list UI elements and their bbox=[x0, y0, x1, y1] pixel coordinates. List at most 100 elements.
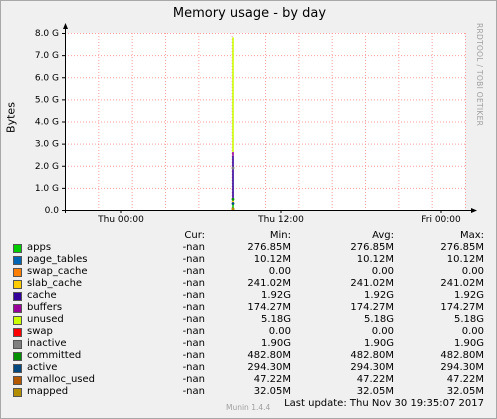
legend-series-name: buffers bbox=[27, 302, 63, 313]
legend-series-name: cache bbox=[27, 290, 57, 301]
legend-cur-value: -nan bbox=[182, 302, 205, 313]
legend-min-value: 1.92G bbox=[260, 290, 291, 301]
plot-area: 0.0 1.0 G 2.0 G 3.0 G 4.0 G 5.0 G 6.0 G 7.0 G 8.… bbox=[35, 23, 477, 225]
legend-series-name: active bbox=[27, 362, 58, 373]
legend-max-value: 32.05M bbox=[446, 386, 484, 397]
series-committed-mark bbox=[231, 197, 235, 201]
legend-row-committed: committed -nan 482.80M 482.80M 482.80M bbox=[13, 350, 488, 362]
legend-max-value: 482.80M bbox=[440, 350, 484, 361]
legend-swatch bbox=[13, 304, 22, 313]
legend-swatch bbox=[13, 268, 22, 277]
legend-series-name: unused bbox=[27, 314, 64, 325]
legend-cur-value: -nan bbox=[182, 362, 205, 373]
legend-swatch bbox=[13, 256, 22, 265]
legend-min-value: 32.05M bbox=[253, 386, 291, 397]
legend-max-value: 294.30M bbox=[440, 362, 484, 373]
y-tick-label: 1.0 G bbox=[35, 184, 59, 194]
legend-min-value: 294.30M bbox=[247, 362, 291, 373]
series-inactive-mark bbox=[231, 166, 235, 170]
legend-series-name: inactive bbox=[27, 338, 67, 349]
legend-row-inactive: inactive -nan 1.90G 1.90G 1.90G bbox=[13, 338, 488, 350]
legend-swatch bbox=[13, 316, 22, 325]
legend-swatch bbox=[13, 328, 22, 337]
legend-series-name: swap_cache bbox=[27, 266, 88, 277]
x-axis-arrow bbox=[471, 208, 477, 213]
legend-avg-value: 5.18G bbox=[363, 314, 394, 325]
legend-min-value: 241.02M bbox=[247, 278, 291, 289]
legend-avg-value: 0.00 bbox=[371, 326, 394, 337]
series-active-mark bbox=[231, 202, 235, 205]
legend-max-value: 241.02M bbox=[440, 278, 484, 289]
legend-row-apps: apps -nan 276.85M 276.85M 276.85M bbox=[13, 242, 488, 254]
legend-max-value: 0.00 bbox=[461, 266, 484, 277]
legend-swatch bbox=[13, 376, 22, 385]
legend-series-name: page_tables bbox=[27, 254, 88, 265]
legend-avg-value: 10.12M bbox=[356, 254, 394, 265]
legend-max-value: 0.00 bbox=[461, 326, 484, 337]
legend-min-value: 5.18G bbox=[260, 314, 291, 325]
legend-avg-value: 0.00 bbox=[371, 266, 394, 277]
legend-header-cur: Cur: bbox=[184, 230, 205, 241]
legend-row-swap: swap -nan 0.00 0.00 0.00 bbox=[13, 326, 488, 338]
legend-header-avg: Avg: bbox=[372, 230, 394, 241]
legend-series-name: vmalloc_used bbox=[27, 374, 96, 385]
legend-row-buffers: buffers -nan 174.27M 174.27M 174.27M bbox=[13, 302, 488, 314]
x-tick-label: Thu 12:00 bbox=[257, 215, 304, 225]
y-tick-label: 0.0 bbox=[45, 206, 60, 216]
legend-max-value: 5.18G bbox=[453, 314, 484, 325]
legend-max-value: 276.85M bbox=[440, 242, 484, 253]
legend-avg-value: 1.90G bbox=[363, 338, 394, 349]
legend-header-min: Min: bbox=[269, 230, 291, 241]
legend-swatch bbox=[13, 292, 22, 301]
legend-min-value: 482.80M bbox=[247, 350, 291, 361]
legend-swatch bbox=[13, 340, 22, 349]
y-tick-label: 5.0 G bbox=[35, 95, 59, 105]
legend-row-slab-cache: slab_cache -nan 241.02M 241.02M 241.02M bbox=[13, 278, 488, 290]
legend-max-value: 1.92G bbox=[453, 290, 484, 301]
legend-series-name: slab_cache bbox=[27, 278, 83, 289]
legend-avg-value: 241.02M bbox=[350, 278, 394, 289]
legend-cur-value: -nan bbox=[182, 290, 205, 301]
legend-row-unused: unused -nan 5.18G 5.18G 5.18G bbox=[13, 314, 488, 326]
legend-avg-value: 1.92G bbox=[363, 290, 394, 301]
legend-cur-value: -nan bbox=[182, 254, 205, 265]
y-tick-label: 3.0 G bbox=[35, 140, 59, 150]
legend-cur-value: -nan bbox=[182, 386, 205, 397]
legend: Cur: Min: Avg: Max: apps -nan 276.85M 276.8… bbox=[13, 230, 488, 398]
legend-min-value: 1.90G bbox=[260, 338, 291, 349]
y-tick-label: 4.0 G bbox=[35, 118, 59, 128]
legend-min-value: 276.85M bbox=[247, 242, 291, 253]
y-tick-label: 2.0 G bbox=[35, 162, 59, 172]
legend-swatch bbox=[13, 244, 22, 253]
legend-max-value: 47.22M bbox=[446, 374, 484, 385]
legend-header-max: Max: bbox=[459, 230, 484, 241]
legend-row-vmalloc-used: vmalloc_used -nan 47.22M 47.22M 47.22M bbox=[13, 374, 488, 386]
legend-avg-value: 276.85M bbox=[350, 242, 394, 253]
graph-frame: Memory usage - by day RRDTOOL / TOBI OET… bbox=[0, 0, 497, 419]
legend-cur-value: -nan bbox=[182, 314, 205, 325]
legend-series-name: swap bbox=[27, 326, 53, 337]
legend-avg-value: 294.30M bbox=[350, 362, 394, 373]
y-tick-label: 8.0 G bbox=[35, 29, 59, 39]
legend-min-value: 174.27M bbox=[247, 302, 291, 313]
y-tick-label: 7.0 G bbox=[35, 51, 59, 61]
legend-avg-value: 47.22M bbox=[356, 374, 394, 385]
legend-row-mapped: mapped -nan 32.05M 32.05M 32.05M bbox=[13, 386, 488, 398]
y-tick-label: 6.0 G bbox=[35, 73, 59, 83]
legend-row-swap-cache: swap_cache -nan 0.00 0.00 0.00 bbox=[13, 266, 488, 278]
x-tick-label: Fri 00:00 bbox=[421, 215, 461, 225]
legend-header: Cur: Min: Avg: Max: bbox=[13, 230, 488, 242]
legend-row-active: active -nan 294.30M 294.30M 294.30M bbox=[13, 362, 488, 374]
legend-cur-value: -nan bbox=[182, 338, 205, 349]
legend-swatch bbox=[13, 388, 22, 397]
legend-min-value: 47.22M bbox=[253, 374, 291, 385]
legend-cur-value: -nan bbox=[182, 374, 205, 385]
legend-row-cache: cache -nan 1.92G 1.92G 1.92G bbox=[13, 290, 488, 302]
legend-cur-value: -nan bbox=[182, 326, 205, 337]
legend-min-value: 0.00 bbox=[268, 326, 291, 337]
legend-swatch bbox=[13, 352, 22, 361]
legend-min-value: 10.12M bbox=[253, 254, 291, 265]
legend-cur-value: -nan bbox=[182, 266, 205, 277]
last-update: Last update: Thu Nov 30 19:35:07 2017 bbox=[284, 398, 484, 409]
legend-cur-value: -nan bbox=[182, 278, 205, 289]
